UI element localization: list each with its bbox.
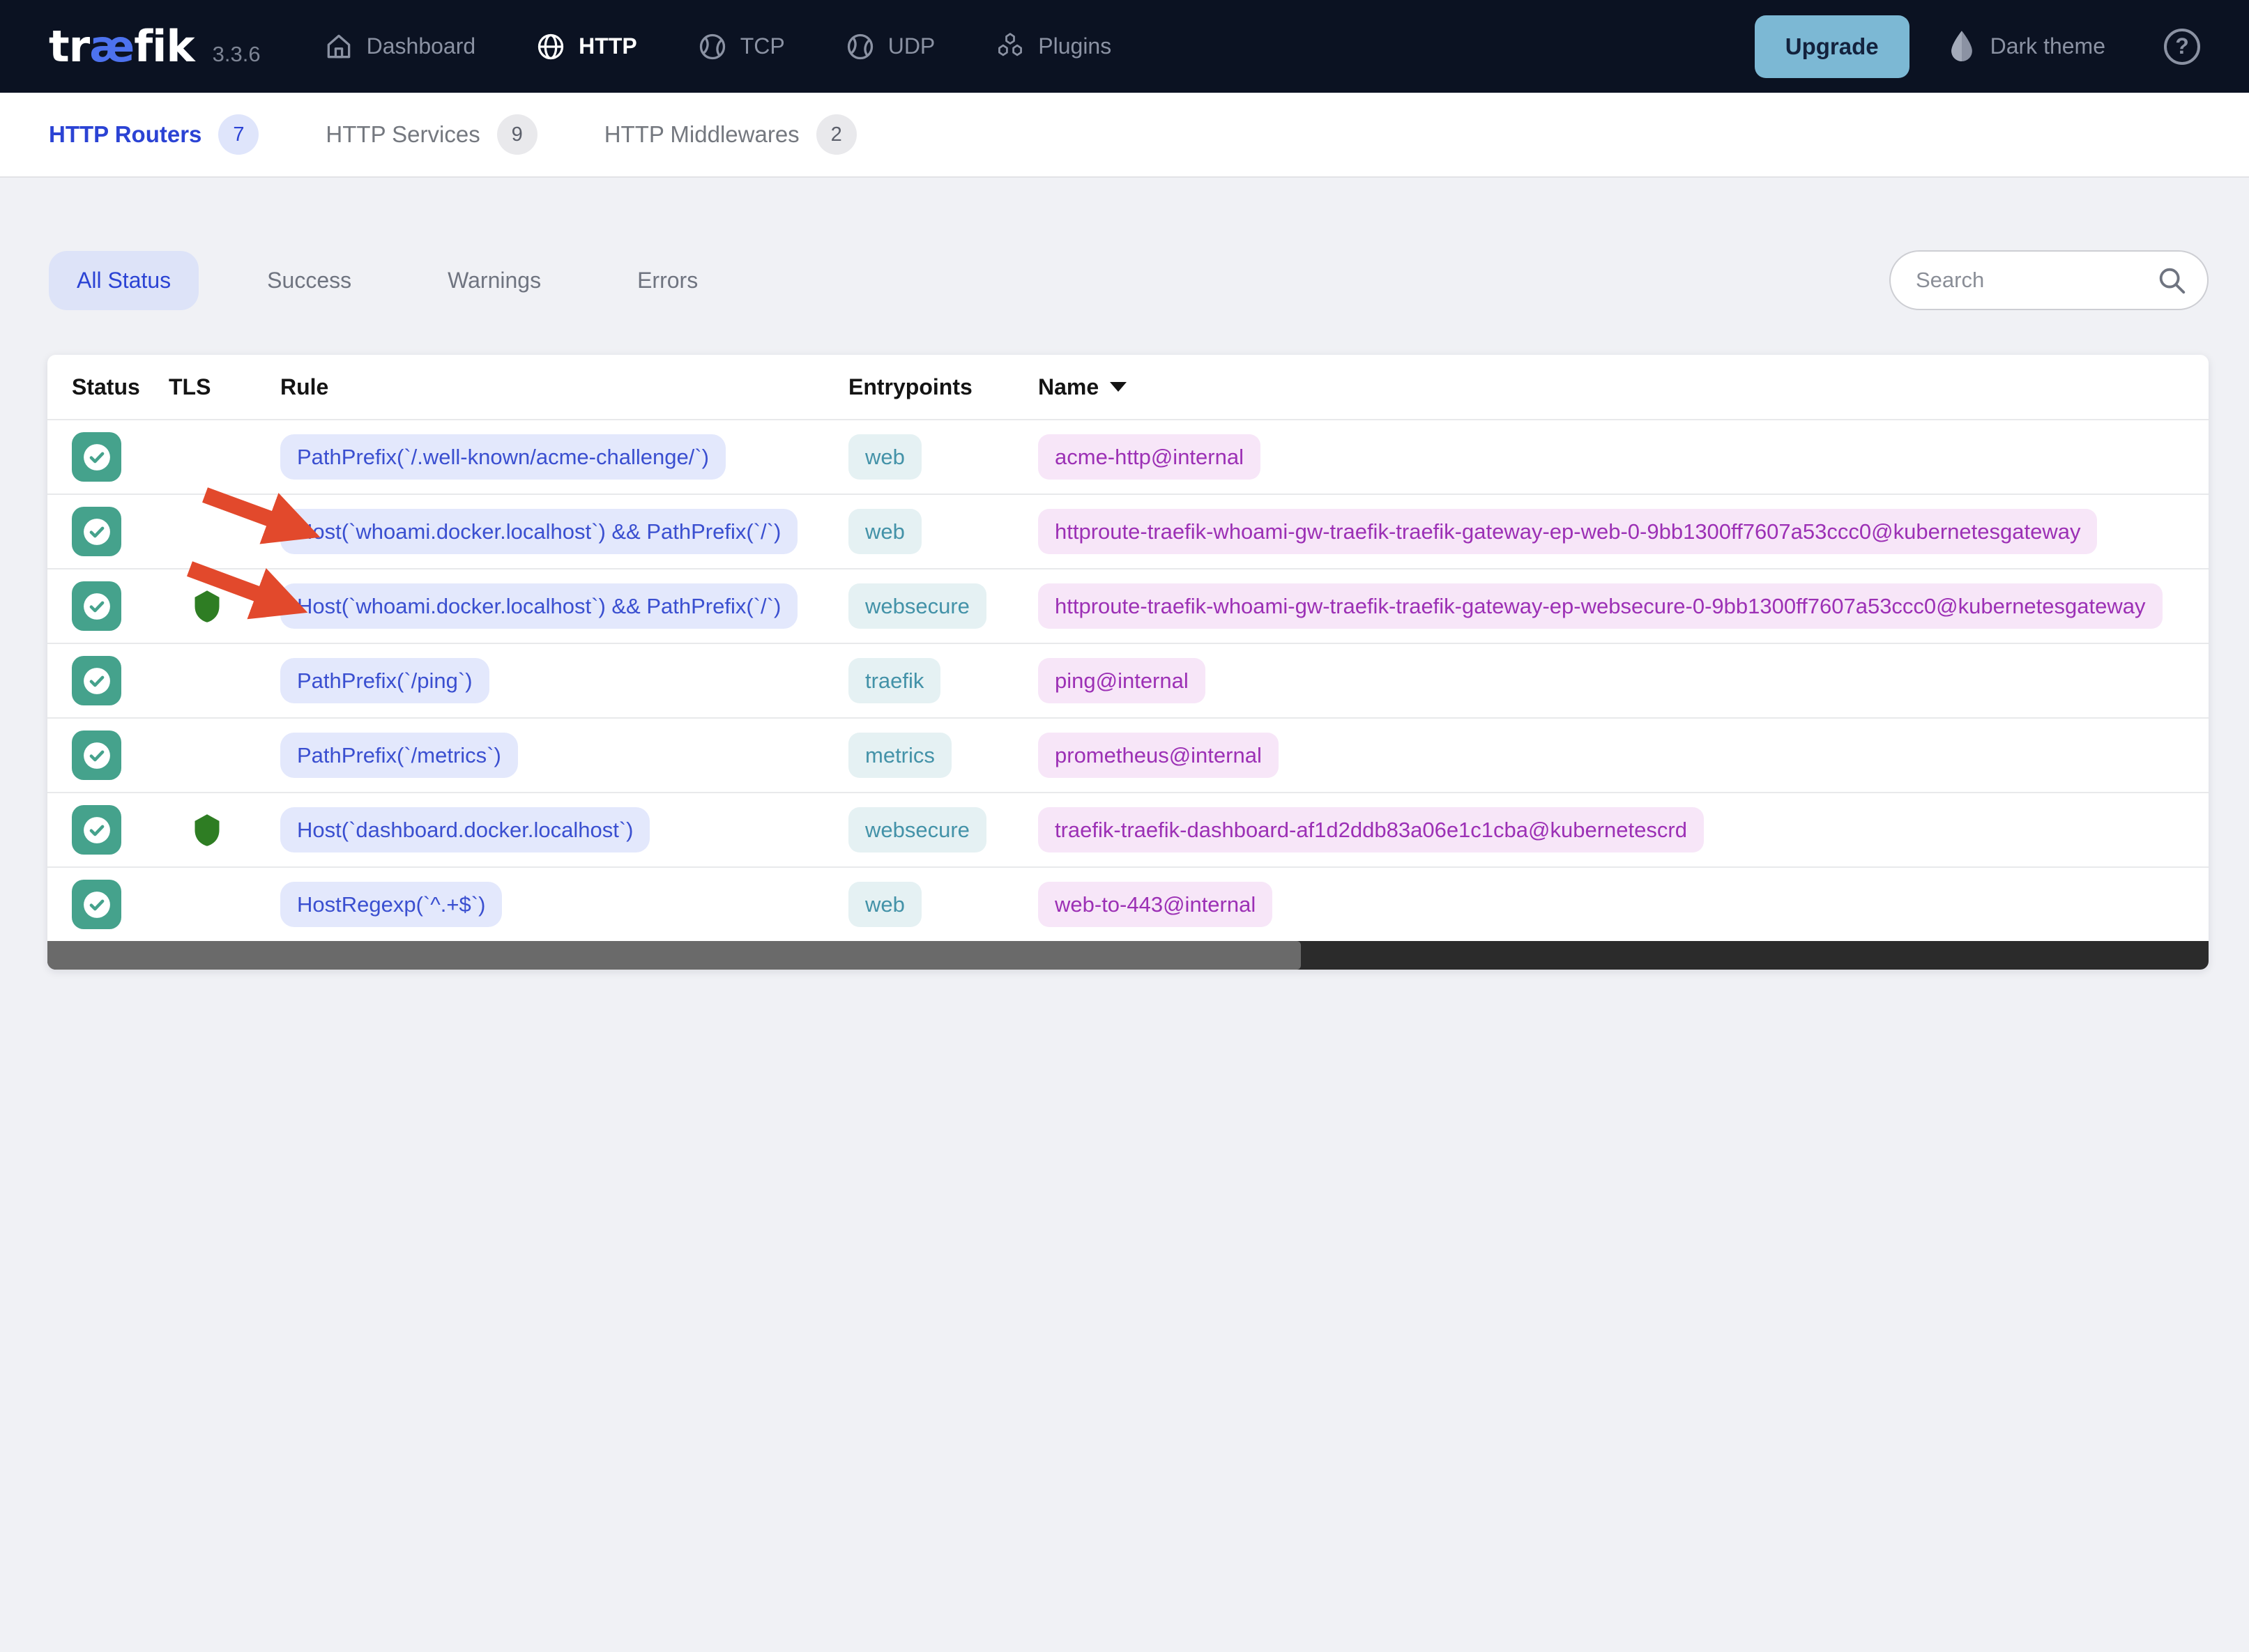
table-body: PathPrefix(`/.well-known/acme-challenge/… bbox=[47, 419, 2209, 941]
table-row[interactable]: Host(`dashboard.docker.localhost`) webse… bbox=[47, 792, 2209, 866]
nav-item-label: TCP bbox=[740, 33, 785, 59]
table-row[interactable]: PathPrefix(`/ping`) traefik ping@interna… bbox=[47, 643, 2209, 717]
entrypoint-badge: traefik bbox=[848, 657, 941, 704]
entrypoint-badge: web bbox=[848, 508, 922, 555]
router-rule[interactable]: Host(`whoami.docker.localhost`) && PathP… bbox=[280, 508, 798, 555]
nav-item-dashboard[interactable]: Dashboard bbox=[323, 31, 476, 62]
horizontal-scrollbar[interactable] bbox=[47, 941, 2209, 970]
header-entrypoints: Entrypoints bbox=[848, 374, 973, 399]
nav-item-plugins[interactable]: Plugins bbox=[995, 31, 1111, 62]
table-row[interactable]: PathPrefix(`/.well-known/acme-challenge/… bbox=[47, 419, 2209, 494]
entrypoint-badge: web bbox=[848, 434, 922, 480]
tab-http-middlewares[interactable]: HTTP Middlewares 2 bbox=[604, 114, 857, 155]
status-success-badge bbox=[72, 805, 121, 855]
tab-label: HTTP Routers bbox=[49, 121, 202, 147]
search-icon bbox=[2159, 268, 2186, 294]
status-success-badge bbox=[72, 432, 121, 482]
tab-count-badge: 2 bbox=[816, 114, 857, 155]
router-rule[interactable]: PathPrefix(`/metrics`) bbox=[280, 732, 518, 779]
header-rule: Rule bbox=[280, 374, 329, 399]
nav-item-udp[interactable]: UDP bbox=[845, 31, 936, 62]
header-name-label: Name bbox=[1038, 374, 1099, 399]
help-icon[interactable]: ? bbox=[2164, 28, 2200, 65]
tab-http-routers[interactable]: HTTP Routers 7 bbox=[49, 114, 259, 155]
status-success-badge bbox=[72, 656, 121, 705]
router-name[interactable]: acme-http@internal bbox=[1038, 434, 1260, 480]
entrypoint-badge: metrics bbox=[848, 732, 952, 779]
tab-label: HTTP Middlewares bbox=[604, 121, 800, 147]
tcp-icon bbox=[699, 33, 725, 59]
section-tabs: HTTP Routers 7 HTTP Services 9 HTTP Midd… bbox=[0, 93, 2249, 178]
filter-row: All Status Success Warnings Errors bbox=[49, 250, 2209, 310]
router-name[interactable]: httproute-traefik-whoami-gw-traefik-trae… bbox=[1038, 508, 2098, 555]
table-header-row: Status TLS Rule Entrypoints Name bbox=[47, 355, 2209, 419]
droplet-icon bbox=[1951, 30, 1972, 61]
nav-item-tcp[interactable]: TCP bbox=[697, 31, 785, 62]
plugins-icon bbox=[998, 32, 1023, 56]
router-name[interactable]: web-to-443@internal bbox=[1038, 881, 1273, 928]
router-rule[interactable]: Host(`whoami.docker.localhost`) && PathP… bbox=[280, 583, 798, 629]
udp-icon bbox=[847, 33, 873, 59]
nav-item-label: Plugins bbox=[1038, 33, 1112, 59]
sort-desc-icon bbox=[1110, 382, 1127, 392]
header-tls: TLS bbox=[169, 374, 211, 399]
status-success-badge bbox=[72, 507, 121, 556]
tab-count-badge: 7 bbox=[218, 114, 259, 155]
tls-shield-icon bbox=[195, 813, 220, 846]
status-success-badge bbox=[72, 880, 121, 929]
router-rule[interactable]: PathPrefix(`/ping`) bbox=[280, 657, 489, 704]
filter-all-status[interactable]: All Status bbox=[49, 250, 199, 310]
filter-errors[interactable]: Errors bbox=[609, 251, 726, 310]
nav-item-http[interactable]: HTTP bbox=[535, 31, 637, 62]
entrypoint-badge: websecure bbox=[848, 806, 986, 853]
router-rule[interactable]: HostRegexp(`^.+$`) bbox=[280, 881, 503, 928]
entrypoint-badge: web bbox=[848, 881, 922, 928]
router-rule[interactable]: PathPrefix(`/.well-known/acme-challenge/… bbox=[280, 434, 726, 480]
upgrade-button[interactable]: Upgrade bbox=[1754, 15, 1909, 78]
top-navbar: træfik 3.3.6 Dashboard HTTP TCP UDP Plug… bbox=[0, 0, 2249, 93]
nav-item-label: Dashboard bbox=[366, 33, 476, 59]
home-icon bbox=[327, 34, 350, 58]
navbar-right: Upgrade Dark theme ? bbox=[1754, 15, 2200, 78]
search-box bbox=[1889, 250, 2209, 310]
router-name[interactable]: httproute-traefik-whoami-gw-traefik-trae… bbox=[1038, 583, 2163, 629]
table-row[interactable]: HostRegexp(`^.+$`) web web-to-443@intern… bbox=[47, 866, 2209, 941]
tab-count-badge: 9 bbox=[496, 114, 538, 155]
tab-http-services[interactable]: HTTP Services 9 bbox=[326, 114, 538, 155]
header-status: Status bbox=[72, 374, 140, 399]
router-name[interactable]: traefik-traefik-dashboard-af1d2ddb83a06e… bbox=[1038, 806, 1704, 853]
theme-toggle[interactable]: Dark theme bbox=[1947, 29, 2105, 64]
router-name[interactable]: prometheus@internal bbox=[1038, 732, 1279, 779]
router-name[interactable]: ping@internal bbox=[1038, 657, 1205, 704]
status-success-badge bbox=[72, 581, 121, 631]
filter-warnings[interactable]: Warnings bbox=[420, 251, 569, 310]
theme-toggle-label: Dark theme bbox=[1990, 33, 2105, 59]
filter-success[interactable]: Success bbox=[239, 251, 379, 310]
status-filter-chips: All Status Success Warnings Errors bbox=[49, 250, 726, 310]
table-row[interactable]: PathPrefix(`/metrics`) metrics prometheu… bbox=[47, 717, 2209, 792]
routers-table: Status TLS Rule Entrypoints Name PathPre… bbox=[47, 355, 2209, 970]
header-name-sortable[interactable]: Name bbox=[1038, 374, 2209, 400]
tab-label: HTTP Services bbox=[326, 121, 480, 147]
status-success-badge bbox=[72, 731, 121, 780]
traefik-logo: træfik 3.3.6 bbox=[49, 21, 261, 72]
nav-item-label: HTTP bbox=[579, 33, 637, 59]
traefik-wordmark: træfik bbox=[49, 21, 195, 72]
globe-icon bbox=[538, 33, 564, 59]
table-row[interactable]: Host(`whoami.docker.localhost`) && PathP… bbox=[47, 494, 2209, 568]
main-nav: Dashboard HTTP TCP UDP Plugins bbox=[323, 31, 1111, 62]
tls-shield-icon bbox=[195, 590, 220, 622]
version-label: 3.3.6 bbox=[212, 42, 261, 66]
router-rule[interactable]: Host(`dashboard.docker.localhost`) bbox=[280, 806, 650, 853]
scrollbar-thumb[interactable] bbox=[47, 941, 1301, 970]
entrypoint-badge: websecure bbox=[848, 583, 986, 629]
nav-item-label: UDP bbox=[887, 33, 936, 59]
table-row[interactable]: Host(`whoami.docker.localhost`) && PathP… bbox=[47, 568, 2209, 643]
